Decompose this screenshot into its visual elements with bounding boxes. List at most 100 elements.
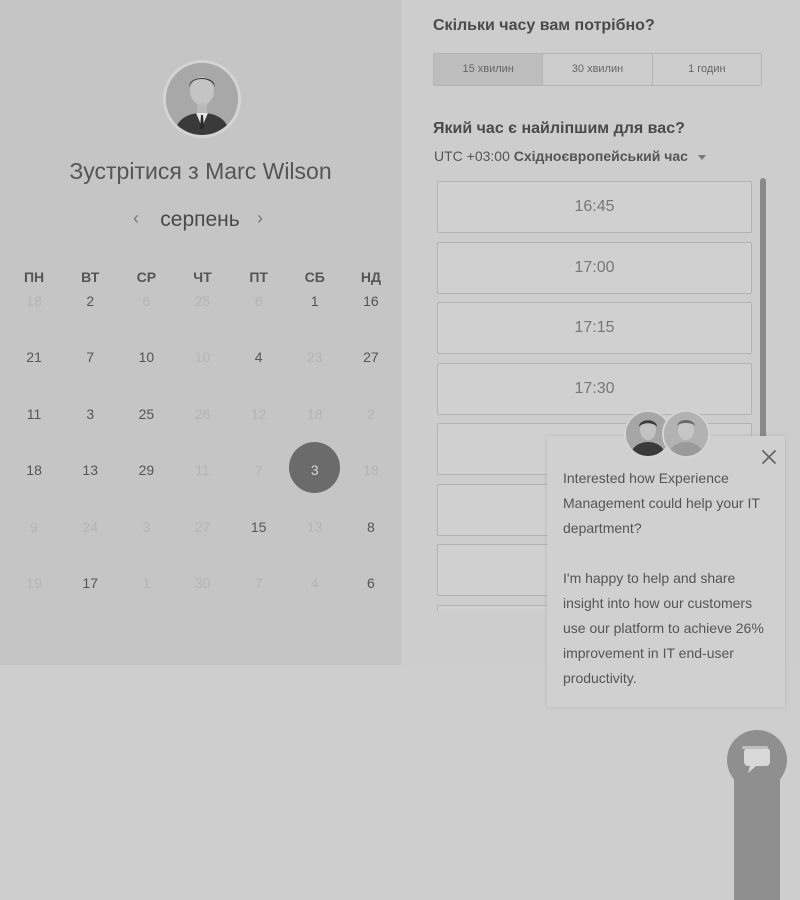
calendar-day: 9 — [6, 517, 62, 573]
duration-selector: 15 хвилин 30 хвилин 1 годин — [433, 53, 762, 86]
calendar-day: 10 — [174, 347, 230, 403]
calendar-day[interactable]: 17 — [62, 573, 118, 629]
calendar-day: 3 — [118, 517, 174, 573]
caret-down-icon — [697, 154, 706, 160]
time-question: Який час є найліпшим для вас? — [433, 120, 685, 137]
month-navigator: ‹ серпень › — [0, 206, 401, 234]
slots-scrollbar[interactable] — [760, 178, 766, 448]
calendar-day-number: 21 — [26, 349, 42, 366]
calendar-day[interactable]: 27 — [343, 347, 399, 403]
time-slot[interactable]: 17:15 — [437, 302, 752, 354]
calendar-day-selected[interactable]: 3 — [287, 442, 343, 516]
calendar-day[interactable]: 7 — [62, 347, 118, 403]
calendar-day-number: 25 — [194, 293, 211, 309]
calendar-day[interactable]: 11 — [6, 404, 62, 460]
calendar-day[interactable]: 13 — [62, 460, 118, 516]
calendar-day[interactable]: 25 — [118, 404, 174, 460]
calendar-day-number: 3 — [86, 405, 95, 422]
calendar-day-number: 3 — [142, 518, 151, 535]
calendar-day-number: 4 — [254, 349, 263, 366]
host-avatar — [163, 60, 241, 138]
calendar-day-number: 15 — [250, 518, 267, 535]
calendar-day-number: 6 — [367, 574, 375, 591]
calendar-day-number: 6 — [254, 293, 263, 309]
calendar-day-number: 9 — [30, 518, 38, 535]
weekday-label: СР — [136, 269, 157, 285]
time-slot[interactable]: 16:45 — [437, 181, 752, 233]
chevron-left-icon[interactable]: ‹ — [133, 208, 139, 229]
duration-option-30[interactable]: 30 хвилин — [543, 54, 653, 85]
calendar-day[interactable]: 21 — [6, 347, 62, 403]
calendar-day: 24 — [62, 517, 118, 573]
weekday-label: ВТ — [81, 269, 100, 285]
calendar-day[interactable]: 29 — [118, 460, 174, 516]
calendar-day: 6 — [231, 291, 287, 347]
calendar-day[interactable]: 15 — [231, 517, 287, 573]
calendar-day: 25 — [174, 291, 230, 347]
weekday-label: ПТ — [249, 269, 268, 285]
calendar-day: 12 — [231, 404, 287, 460]
calendar-week-row: 11 3 25 26 12 18 2 — [6, 404, 399, 460]
calendar-day-number: 18 — [26, 462, 42, 479]
chat-message-2: I'm happy to help and share insight into… — [563, 570, 764, 686]
weekday-label: ПН — [23, 269, 45, 285]
calendar-day-number: 10 — [194, 349, 211, 366]
calendar-day[interactable]: 4 — [231, 347, 287, 403]
calendar-day: 13 — [287, 517, 343, 573]
weekday-label: НД — [360, 269, 381, 285]
agent-avatar — [662, 410, 710, 458]
calendar-week-row: 19 17 1 30 7 4 6 — [6, 573, 399, 629]
month-label: серпень — [160, 208, 240, 231]
calendar-day: 1 — [118, 573, 174, 629]
agent-avatars — [624, 410, 710, 462]
chevron-right-icon[interactable]: › — [257, 208, 263, 229]
calendar-day-number: 23 — [306, 349, 323, 366]
calendar-week-row: 21 7 10 10 4 23 27 — [6, 347, 399, 403]
duration-option-15[interactable]: 15 хвилин — [434, 54, 544, 85]
chat-launcher-button[interactable] — [727, 730, 787, 790]
calendar-day-number: 2 — [86, 293, 95, 309]
calendar-day[interactable]: 1 — [287, 291, 343, 347]
calendar-day[interactable]: 8 — [343, 517, 399, 573]
calendar-day-number: 4 — [310, 574, 319, 591]
calendar-week-row: 9 24 3 27 15 13 8 — [6, 517, 399, 573]
calendar-day-number: 7 — [254, 462, 263, 479]
calendar-day[interactable]: 10 — [118, 347, 174, 403]
calendar-day: 23 — [287, 347, 343, 403]
calendar-day[interactable]: 18 — [6, 460, 62, 516]
calendar-day: 27 — [174, 517, 230, 573]
calendar-day: 7 — [231, 573, 287, 629]
calendar-day-number: 10 — [138, 349, 155, 366]
calendar-day: 2 — [343, 404, 399, 460]
calendar-day-number: 3 — [310, 462, 319, 479]
calendar-week-row: 18 2 6 25 6 1 16 — [6, 291, 399, 347]
chat-message-1: Interested how Experience Management cou… — [563, 470, 760, 536]
weekday-label: СБ — [304, 269, 325, 285]
calendar-day-number: 18 — [26, 293, 42, 309]
scheduler-left-panel: Зустрітися з Marc Wilson ‹ серпень › ПН … — [0, 0, 401, 665]
calendar-day-number: 11 — [26, 405, 42, 422]
calendar-day: 26 — [174, 404, 230, 460]
chat-bubble-icon — [742, 746, 770, 773]
calendar-day-number: 13 — [306, 518, 323, 535]
calendar-day-number: 26 — [194, 405, 211, 422]
calendar-day-number: 11 — [195, 462, 210, 479]
calendar-day: 4 — [287, 573, 343, 629]
calendar-day[interactable]: 3 — [62, 404, 118, 460]
close-icon[interactable] — [760, 448, 778, 466]
calendar-day: 7 — [231, 460, 287, 516]
calendar-day[interactable]: 2 — [62, 291, 118, 347]
timezone-select[interactable]: UTC +03:00 Східноєвропейський час — [434, 148, 706, 164]
calendar-day-number: 18 — [306, 405, 323, 422]
time-slot[interactable]: 17:30 — [437, 362, 752, 415]
calendar-day: 30 — [174, 573, 230, 629]
calendar-day-number: 2 — [367, 405, 375, 422]
calendar-day-number: 25 — [138, 405, 155, 422]
weekday-header: ПН ВТ СР ЧТ ПТ СБ НД — [6, 269, 399, 285]
time-slot[interactable]: 17:00 — [437, 241, 752, 294]
calendar-day: 18 — [6, 291, 62, 347]
duration-option-60[interactable]: 1 годин — [653, 54, 761, 85]
calendar-day-number: 19 — [26, 574, 42, 591]
calendar-day[interactable]: 6 — [343, 573, 399, 629]
calendar-day[interactable]: 16 — [343, 291, 399, 347]
